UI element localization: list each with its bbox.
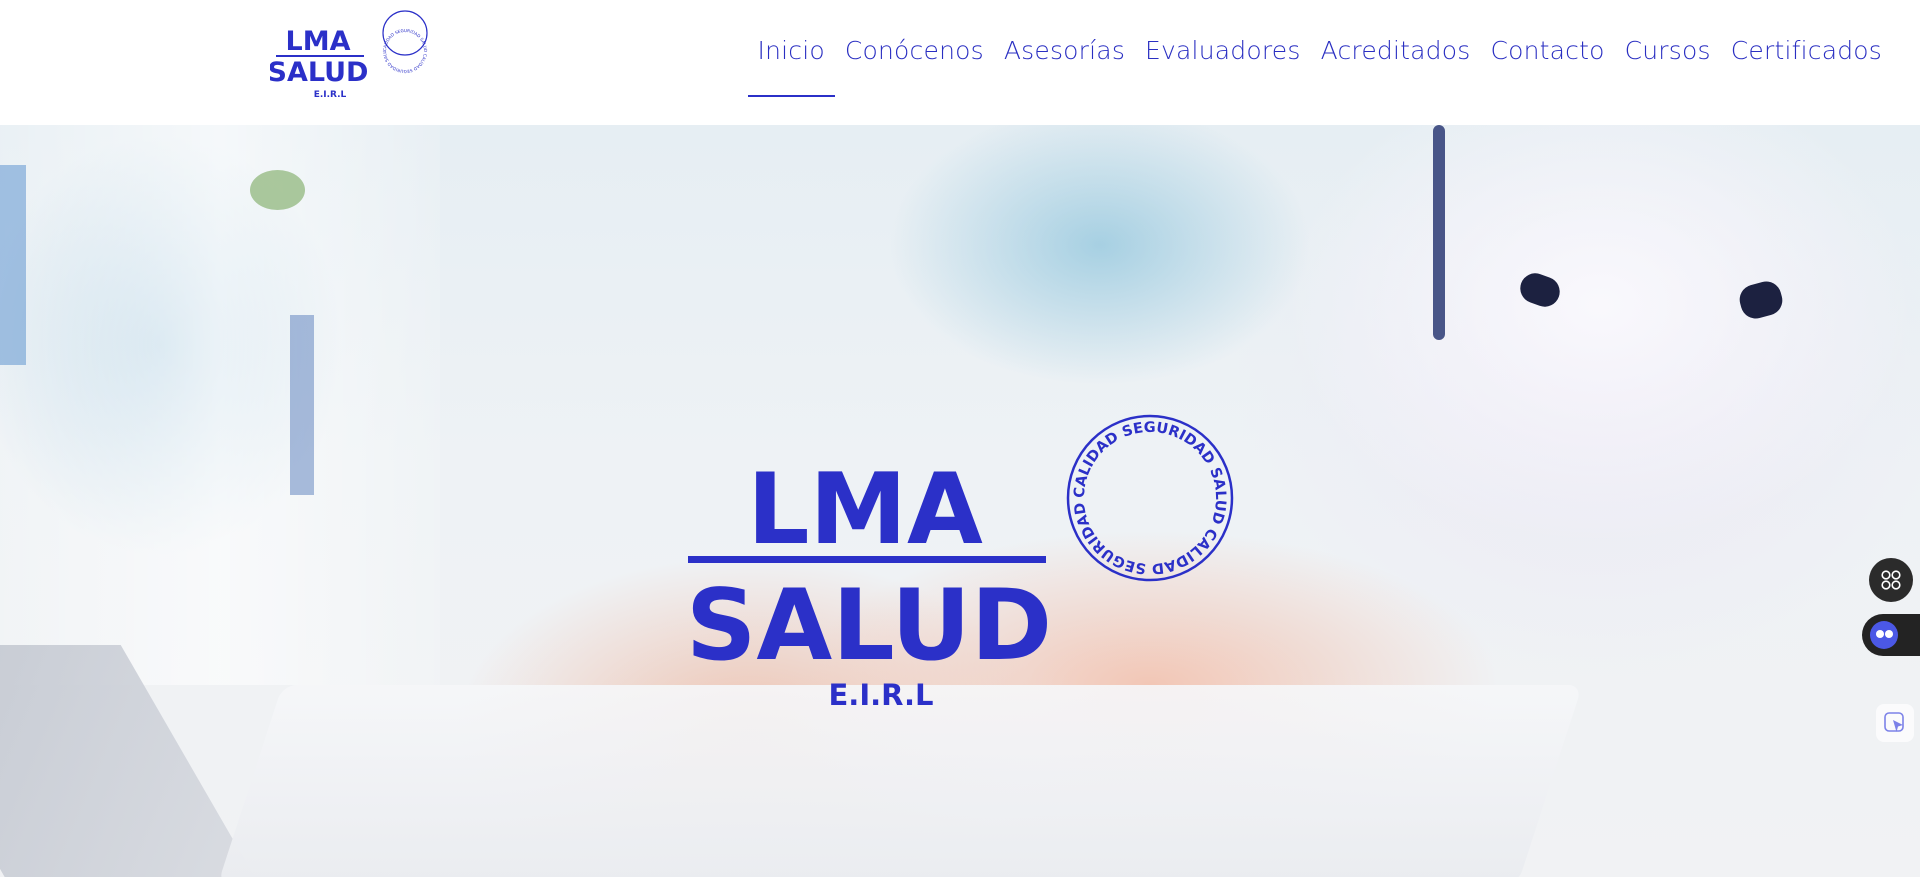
nav-label: Inicio (757, 35, 825, 65)
nav-label: Contacto (1490, 35, 1605, 65)
hero-logo-line2: SALUD (686, 569, 1052, 683)
main-nav: Inicio Conócenos Asesorías Evaluadores A… (747, 0, 1893, 125)
cursor-pointer-icon[interactable] (1876, 704, 1914, 742)
logo-line2: SALUD (270, 57, 368, 88)
nav-label: Asesorías (1003, 35, 1126, 65)
logo-line1: LMA (286, 26, 351, 57)
hero-bg-shelf (0, 125, 440, 685)
chat-bot-icon[interactable] (1862, 614, 1920, 656)
hero-bg-stethoscope (1433, 125, 1445, 340)
hero-logo-line1: LMA (747, 453, 983, 567)
nav-item-conocenos[interactable]: Conócenos (835, 0, 994, 100)
apps-grid-glyph (1881, 570, 1901, 590)
nav-item-inicio[interactable]: Inicio (747, 0, 836, 100)
hero-bg-book (0, 165, 26, 365)
nav-label: Cursos (1624, 35, 1711, 65)
logo-mark-icon: LMA SALUD E.I.R.L CALIDAD SEGURIDAD SALU… (268, 4, 428, 100)
hero-bg-plant (250, 170, 305, 210)
nav-label: Acreditados (1320, 35, 1471, 65)
hero-logo: LMA SALUD E.I.R.L CALIDAD SEGURIDAD SALU… (680, 395, 1234, 712)
nav-label: Conócenos (844, 35, 984, 65)
nav-item-certificados[interactable]: Certificados (1721, 0, 1892, 100)
nav-item-asesorias[interactable]: Asesorías (994, 0, 1135, 100)
header-logo[interactable]: LMA SALUD E.I.R.L CALIDAD SEGURIDAD SALU… (268, 4, 440, 103)
hero-logo-line3: E.I.R.L (829, 678, 934, 712)
nav-item-contacto[interactable]: Contacto (1480, 0, 1614, 100)
logo-line3: E.I.R.L (314, 90, 347, 100)
hero-bg-book (290, 315, 314, 495)
nav-item-cursos[interactable]: Cursos (1615, 0, 1721, 100)
hero-banner: LMA SALUD E.I.R.L CALIDAD SEGURIDAD SALU… (0, 125, 1920, 877)
apps-grid-icon[interactable] (1869, 558, 1913, 602)
nav-label: Evaluadores (1145, 35, 1301, 65)
site-header: LMA SALUD E.I.R.L CALIDAD SEGURIDAD SALU… (0, 0, 1920, 125)
nav-item-evaluadores[interactable]: Evaluadores (1135, 0, 1311, 100)
nav-label: Certificados (1730, 35, 1882, 65)
cursor-glyph (1884, 712, 1904, 732)
chat-bot-face (1870, 621, 1898, 649)
hero-bg-coat (1180, 125, 1920, 595)
nav-item-acreditados[interactable]: Acreditados (1311, 0, 1481, 100)
